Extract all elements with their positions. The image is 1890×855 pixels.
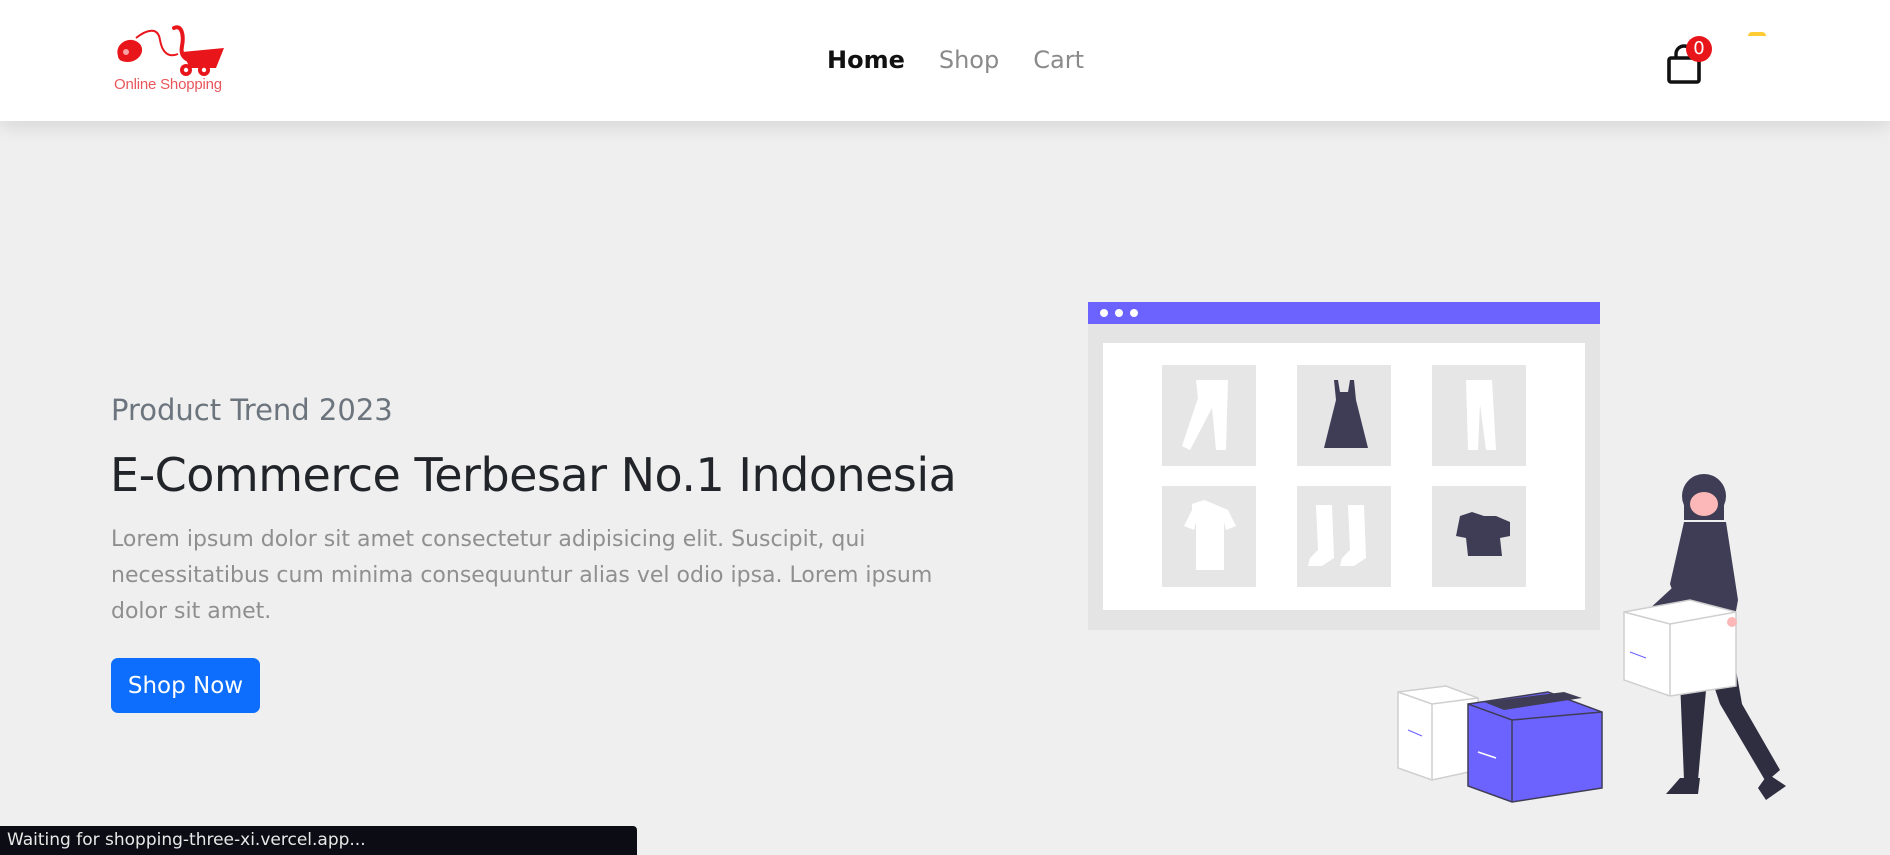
hero-description: Lorem ipsum dolor sit amet consectetur a…: [111, 527, 933, 624]
cart-button[interactable]: 0: [1664, 36, 1712, 84]
browser-status-bar: Waiting for shopping-three-xi.vercel.app…: [0, 826, 637, 855]
hero-title: E-Commerce Terbesar No.1 Indonesia: [110, 448, 957, 502]
nav-home-link[interactable]: Home: [827, 46, 905, 74]
shopping-illustration-image: [1088, 302, 1786, 803]
cart-count-badge: 0: [1686, 36, 1712, 62]
main-nav: Home Shop Cart: [827, 46, 1084, 74]
online-shopping-illustration: [1086, 300, 1786, 810]
decorative-accent: [1748, 32, 1766, 36]
navbar: Online Shopping Home Shop Cart 0: [0, 0, 1890, 121]
nav-cart-link[interactable]: Cart: [1033, 46, 1084, 74]
shop-now-button[interactable]: Shop Now: [111, 658, 260, 713]
logo-text: Online Shopping: [114, 76, 222, 93]
shopping-cart-logo-icon: [117, 25, 224, 76]
hero-subtitle: Product Trend 2023: [111, 393, 393, 427]
brand-logo[interactable]: Online Shopping: [112, 22, 232, 100]
nav-shop-link[interactable]: Shop: [939, 46, 999, 74]
